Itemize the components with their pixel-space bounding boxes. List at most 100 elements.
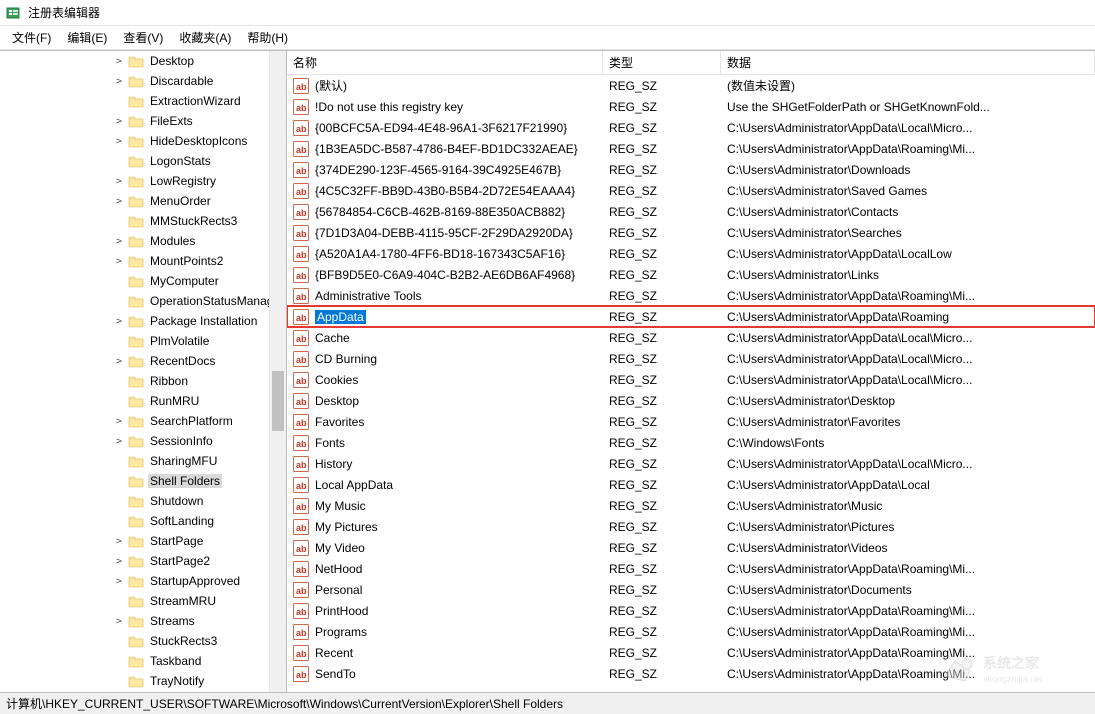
list-panel[interactable]: 名称 类型 数据 (默认)REG_SZ(数值未设置)!Do not use th…: [287, 51, 1095, 692]
menu-edit[interactable]: 编辑(E): [59, 27, 115, 48]
list-row[interactable]: {374DE290-123F-4565-9164-39C4925E467B}RE…: [287, 159, 1095, 180]
list-row[interactable]: AppDataREG_SZC:\Users\Administrator\AppD…: [287, 306, 1095, 327]
expander-icon[interactable]: >: [112, 416, 126, 427]
tree-item[interactable]: >Streams: [0, 611, 286, 631]
list-row[interactable]: {1B3EA5DC-B587-4786-B4EF-BD1DC332AEAE}RE…: [287, 138, 1095, 159]
menu-favorites[interactable]: 收藏夹(A): [171, 27, 239, 48]
tree-item[interactable]: TrayNotify: [0, 671, 286, 691]
tree-item[interactable]: >StartupApproved: [0, 571, 286, 591]
expander-icon[interactable]: >: [112, 616, 126, 627]
list-row[interactable]: My MusicREG_SZC:\Users\Administrator\Mus…: [287, 495, 1095, 516]
tree-item[interactable]: MMStuckRects3: [0, 211, 286, 231]
tree-item-label: StartPage: [148, 534, 205, 548]
expander-icon[interactable]: >: [112, 56, 126, 67]
list-row[interactable]: NetHoodREG_SZC:\Users\Administrator\AppD…: [287, 558, 1095, 579]
tree-item[interactable]: SharingMFU: [0, 451, 286, 471]
tree-item[interactable]: >MenuOrder: [0, 191, 286, 211]
list-row[interactable]: CacheREG_SZC:\Users\Administrator\AppDat…: [287, 327, 1095, 348]
list-row[interactable]: {A520A1A4-1780-4FF6-BD18-167343C5AF16}RE…: [287, 243, 1095, 264]
value-data: C:\Users\Administrator\AppData\Roaming\M…: [721, 625, 1095, 639]
value-name: Administrative Tools: [315, 289, 422, 303]
folder-icon: [128, 274, 144, 288]
tree-item[interactable]: ExtractionWizard: [0, 91, 286, 111]
list-row[interactable]: FontsREG_SZC:\Windows\Fonts: [287, 432, 1095, 453]
col-header-data[interactable]: 数据: [721, 51, 1095, 74]
expander-icon[interactable]: >: [112, 356, 126, 367]
expander-icon[interactable]: >: [112, 576, 126, 587]
menu-help[interactable]: 帮助(H): [239, 27, 296, 48]
expander-icon[interactable]: >: [112, 76, 126, 87]
folder-icon: [128, 134, 144, 148]
expander-icon[interactable]: >: [112, 176, 126, 187]
tree-item[interactable]: >SearchPlatform: [0, 411, 286, 431]
list-row[interactable]: RecentREG_SZC:\Users\Administrator\AppDa…: [287, 642, 1095, 663]
tree-scrollbar-thumb[interactable]: [272, 371, 284, 431]
tree-item[interactable]: >Desktop: [0, 51, 286, 71]
list-row[interactable]: Local AppDataREG_SZC:\Users\Administrato…: [287, 474, 1095, 495]
value-name: {7D1D3A04-DEBB-4115-95CF-2F29DA2920DA}: [315, 226, 573, 240]
tree-item[interactable]: Shell Folders: [0, 471, 286, 491]
tree-item[interactable]: >Discardable: [0, 71, 286, 91]
list-row[interactable]: {7D1D3A04-DEBB-4115-95CF-2F29DA2920DA}RE…: [287, 222, 1095, 243]
value-data: C:\Users\Administrator\AppData\Roaming: [721, 310, 1095, 324]
tree-item[interactable]: PlmVolatile: [0, 331, 286, 351]
tree-item[interactable]: Shutdown: [0, 491, 286, 511]
expander-icon[interactable]: >: [112, 256, 126, 267]
col-header-name[interactable]: 名称: [287, 51, 603, 74]
list-row[interactable]: ProgramsREG_SZC:\Users\Administrator\App…: [287, 621, 1095, 642]
menu-file[interactable]: 文件(F): [4, 27, 59, 48]
expander-icon[interactable]: >: [112, 316, 126, 327]
value-data: (数值未设置): [721, 77, 1095, 94]
tree-item[interactable]: >Package Installation: [0, 311, 286, 331]
list-row[interactable]: {4C5C32FF-BB9D-43B0-B5B4-2D72E54EAAA4}RE…: [287, 180, 1095, 201]
tree-item[interactable]: >HideDesktopIcons: [0, 131, 286, 151]
tree-item[interactable]: >MountPoints2: [0, 251, 286, 271]
list-row[interactable]: (默认)REG_SZ(数值未设置): [287, 75, 1095, 96]
expander-icon[interactable]: >: [112, 536, 126, 547]
list-row[interactable]: CookiesREG_SZC:\Users\Administrator\AppD…: [287, 369, 1095, 390]
list-row[interactable]: SendToREG_SZC:\Users\Administrator\AppDa…: [287, 663, 1095, 684]
expander-icon[interactable]: >: [112, 136, 126, 147]
list-row[interactable]: {00BCFC5A-ED94-4E48-96A1-3F6217F21990}RE…: [287, 117, 1095, 138]
tree-panel[interactable]: >Desktop>DiscardableExtractionWizard>Fil…: [0, 51, 287, 692]
tree-item[interactable]: >StartPage2: [0, 551, 286, 571]
expander-icon[interactable]: >: [112, 196, 126, 207]
tree-item[interactable]: >Modules: [0, 231, 286, 251]
tree-item[interactable]: SoftLanding: [0, 511, 286, 531]
list-row[interactable]: HistoryREG_SZC:\Users\Administrator\AppD…: [287, 453, 1095, 474]
tree-item[interactable]: LogonStats: [0, 151, 286, 171]
list-row[interactable]: CD BurningREG_SZC:\Users\Administrator\A…: [287, 348, 1095, 369]
list-row[interactable]: DesktopREG_SZC:\Users\Administrator\Desk…: [287, 390, 1095, 411]
expander-icon[interactable]: >: [112, 436, 126, 447]
tree-item[interactable]: MyComputer: [0, 271, 286, 291]
list-row[interactable]: Administrative ToolsREG_SZC:\Users\Admin…: [287, 285, 1095, 306]
list-row[interactable]: {BFB9D5E0-C6A9-404C-B2B2-AE6DB6AF4968}RE…: [287, 264, 1095, 285]
list-row[interactable]: PrintHoodREG_SZC:\Users\Administrator\Ap…: [287, 600, 1095, 621]
col-header-type[interactable]: 类型: [603, 51, 721, 74]
tree-item[interactable]: RunMRU: [0, 391, 286, 411]
folder-icon: [128, 94, 144, 108]
tree-item[interactable]: Taskband: [0, 651, 286, 671]
expander-icon[interactable]: >: [112, 236, 126, 247]
tree-item[interactable]: >FileExts: [0, 111, 286, 131]
tree-item[interactable]: Ribbon: [0, 371, 286, 391]
tree-item[interactable]: StuckRects3: [0, 631, 286, 651]
list-row[interactable]: PersonalREG_SZC:\Users\Administrator\Doc…: [287, 579, 1095, 600]
tree-item[interactable]: > StartPage: [0, 531, 286, 551]
list-row[interactable]: !Do not use this registry keyREG_SZUse t…: [287, 96, 1095, 117]
expander-icon[interactable]: >: [112, 556, 126, 567]
list-row[interactable]: My VideoREG_SZC:\Users\Administrator\Vid…: [287, 537, 1095, 558]
menu-view[interactable]: 查看(V): [115, 27, 171, 48]
tree-item[interactable]: >RecentDocs: [0, 351, 286, 371]
list-row[interactable]: My PicturesREG_SZC:\Users\Administrator\…: [287, 516, 1095, 537]
tree-item[interactable]: >SessionInfo: [0, 431, 286, 451]
tree-item[interactable]: OperationStatusManager: [0, 291, 286, 311]
expander-icon[interactable]: >: [112, 116, 126, 127]
string-value-icon: [293, 582, 309, 598]
folder-icon: [128, 414, 144, 428]
list-row[interactable]: {56784854-C6CB-462B-8169-88E350ACB882}RE…: [287, 201, 1095, 222]
tree-scrollbar[interactable]: [269, 51, 286, 692]
tree-item[interactable]: StreamMRU: [0, 591, 286, 611]
list-row[interactable]: FavoritesREG_SZC:\Users\Administrator\Fa…: [287, 411, 1095, 432]
tree-item[interactable]: >LowRegistry: [0, 171, 286, 191]
